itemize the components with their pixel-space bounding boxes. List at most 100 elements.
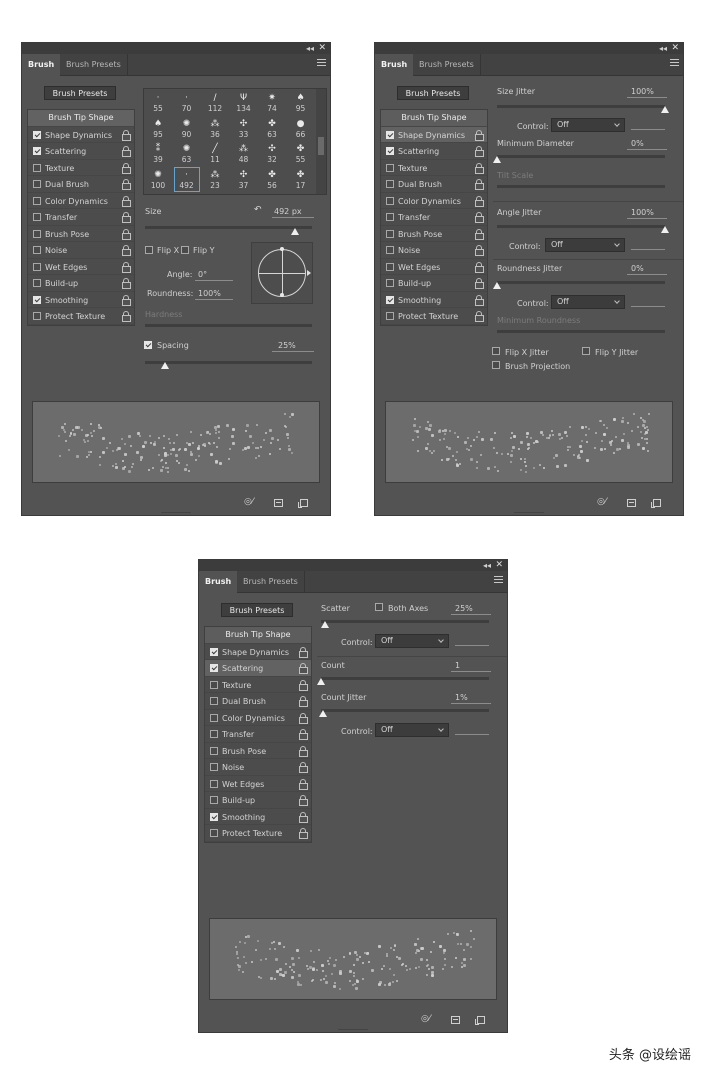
option-row[interactable]: Build-up [28, 275, 134, 292]
angle-jitter-track[interactable] [497, 225, 665, 228]
lock-icon[interactable] [122, 294, 131, 306]
option-row[interactable]: Brush Pose [205, 743, 311, 759]
brush-tip-cell[interactable]: · 55 [146, 91, 170, 114]
option-row[interactable]: Transfer [381, 209, 487, 226]
option-row[interactable]: Scattering [28, 143, 134, 160]
option-row[interactable]: Dual Brush [381, 176, 487, 193]
lock-icon[interactable] [475, 261, 484, 273]
lock-icon[interactable] [475, 179, 484, 190]
lock-icon[interactable] [122, 129, 131, 141]
tab-brush[interactable]: Brush [375, 54, 414, 76]
lock-icon[interactable] [299, 828, 308, 839]
lock-icon[interactable] [475, 245, 484, 256]
flip-x-jitter-checkbox[interactable] [492, 347, 500, 355]
count-jitter-control-dropdown[interactable]: Off [375, 723, 449, 737]
roundness-jitter-control-dropdown[interactable]: Off [551, 295, 625, 309]
lock-icon[interactable] [299, 679, 308, 691]
lock-icon[interactable] [475, 212, 484, 223]
option-row[interactable]: Brush Pose [28, 226, 134, 242]
resize-grip[interactable] [161, 512, 191, 515]
lock-icon[interactable] [122, 195, 131, 207]
option-checkbox[interactable] [33, 312, 41, 320]
scroll-knob[interactable] [318, 137, 324, 155]
option-row[interactable]: Protect Texture [381, 308, 487, 325]
option-checkbox[interactable] [210, 746, 218, 755]
brush-tip-cell[interactable]: ✷ 74 [260, 91, 284, 114]
option-checkbox[interactable] [386, 147, 394, 155]
lock-icon[interactable] [299, 745, 308, 757]
option-checkbox[interactable] [386, 196, 394, 205]
count-jitter-track[interactable] [321, 709, 489, 712]
size-slider-thumb[interactable] [291, 228, 300, 235]
min-diameter-track[interactable] [497, 155, 665, 158]
lock-icon[interactable] [299, 778, 308, 790]
brush-presets-button[interactable]: Brush Presets [397, 86, 469, 100]
count-value[interactable]: 1 [455, 661, 460, 670]
close-icon[interactable]: ✕ [671, 43, 679, 53]
spacing-slider-track[interactable] [145, 361, 312, 364]
spacing-value[interactable]: 25% [278, 341, 296, 350]
collapse-icon[interactable]: ◂◂ [483, 561, 491, 570]
brush-tip-cell[interactable]: ✺ 100 [146, 168, 170, 191]
lock-icon[interactable] [122, 278, 131, 289]
close-icon[interactable]: ✕ [318, 43, 326, 53]
brush-tip-cell[interactable]: ✺ 63 [175, 142, 199, 165]
flip-y-jitter-checkbox[interactable] [582, 347, 590, 355]
brush-presets-button[interactable]: Brush Presets [221, 603, 293, 617]
option-row[interactable]: Build-up [381, 275, 487, 292]
roundness-value[interactable]: 100% [198, 289, 221, 298]
resize-grip[interactable] [338, 1029, 368, 1032]
brush-tip-cell[interactable]: ✣ 32 [260, 142, 284, 165]
option-checkbox[interactable] [386, 130, 394, 139]
option-checkbox[interactable] [386, 279, 394, 287]
option-row[interactable]: Wet Edges [205, 776, 311, 792]
option-row[interactable]: Texture [28, 160, 134, 176]
collapse-icon[interactable]: ◂◂ [659, 44, 667, 53]
lock-icon[interactable] [122, 261, 131, 273]
lock-icon[interactable] [122, 162, 131, 174]
lock-icon[interactable] [299, 811, 308, 823]
option-row[interactable]: Color Dynamics [28, 193, 134, 209]
option-checkbox[interactable] [210, 829, 218, 837]
panel-menu-icon[interactable] [670, 59, 679, 66]
option-row[interactable]: Shape Dynamics [28, 127, 134, 143]
option-checkbox[interactable] [210, 763, 218, 771]
option-row[interactable]: Noise [205, 759, 311, 776]
lock-icon[interactable] [475, 162, 484, 174]
option-row[interactable]: Color Dynamics [381, 193, 487, 209]
size-jitter-thumb[interactable] [661, 106, 669, 113]
resize-grip[interactable] [514, 512, 544, 515]
brush-tip-cell[interactable]: ⁂ 23 [203, 168, 227, 191]
option-checkbox[interactable] [210, 779, 218, 788]
lock-icon[interactable] [475, 228, 484, 240]
angle-jitter-thumb[interactable] [661, 226, 669, 233]
spacing-checkbox[interactable] [144, 341, 152, 349]
toggle-bristle-preview-icon[interactable]: ◎⁄ [244, 497, 253, 507]
size-jitter-track[interactable] [497, 105, 665, 108]
option-checkbox[interactable] [210, 713, 218, 722]
lock-icon[interactable] [475, 129, 484, 141]
lock-icon[interactable] [475, 311, 484, 322]
option-row[interactable]: Noise [381, 242, 487, 259]
flip-y-checkbox[interactable] [181, 246, 189, 254]
option-checkbox[interactable] [210, 796, 218, 804]
angle-top-handle[interactable] [280, 247, 284, 251]
option-row[interactable]: Color Dynamics [205, 710, 311, 726]
option-row[interactable]: Noise [28, 242, 134, 259]
lock-icon[interactable] [299, 795, 308, 806]
lock-icon[interactable] [299, 712, 308, 724]
brush-tip-shape-item[interactable]: Brush Tip Shape [205, 627, 311, 644]
brush-tip-cell[interactable]: ╱ 11 [203, 142, 227, 165]
option-row[interactable]: Texture [205, 677, 311, 693]
brush-tip-cell[interactable]: ✤ 17 [289, 168, 313, 191]
lock-icon[interactable] [122, 228, 131, 240]
brush-tip-cell[interactable]: ✤ 55 [289, 142, 313, 165]
option-row[interactable]: Transfer [28, 209, 134, 226]
option-checkbox[interactable] [33, 295, 41, 304]
lock-icon[interactable] [299, 646, 308, 658]
option-checkbox[interactable] [33, 246, 41, 254]
option-row[interactable]: Build-up [205, 792, 311, 809]
option-checkbox[interactable] [33, 262, 41, 271]
lock-icon[interactable] [299, 729, 308, 740]
brush-tip-cell[interactable]: ✤ 63 [260, 117, 284, 140]
